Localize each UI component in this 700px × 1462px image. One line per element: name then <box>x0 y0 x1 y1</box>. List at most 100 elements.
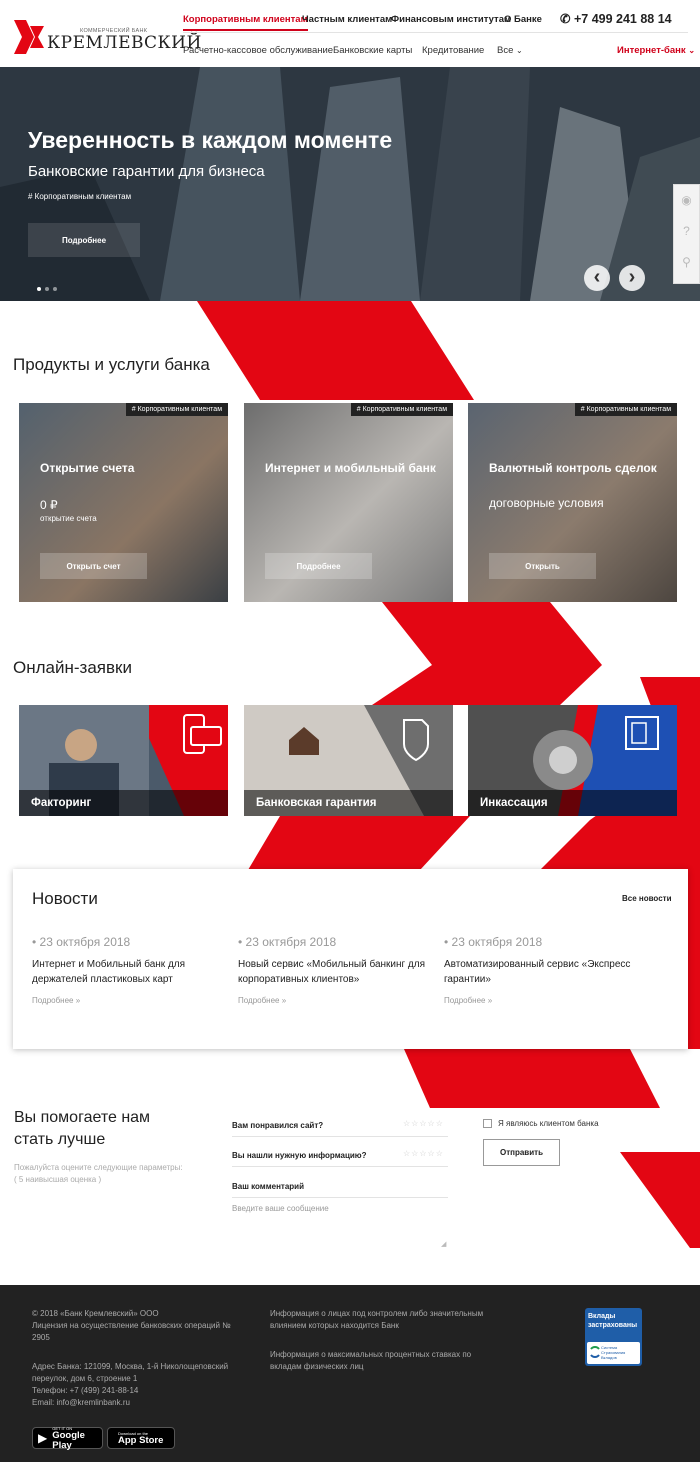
accessibility-icon[interactable]: ◉ <box>674 185 699 216</box>
nav-financial[interactable]: Финансовым институтам <box>391 14 511 25</box>
online-heading: Онлайн-заявки <box>13 658 132 677</box>
footer-phone[interactable]: Телефон: +7 (499) 241-88-14 <box>32 1385 247 1397</box>
bank-logo-icon[interactable] <box>14 20 46 54</box>
comment-textarea[interactable]: Введите ваше сообщение <box>232 1204 329 1213</box>
bullet-icon: • <box>238 935 243 949</box>
resize-handle-icon[interactable]: ◢ <box>441 1240 446 1248</box>
app-store-big: App Store <box>118 1434 164 1446</box>
google-play-big: Google Play <box>52 1429 85 1451</box>
insurance-logo-icon <box>590 1346 600 1358</box>
card-tag[interactable]: # Корпоративным клиентам <box>574 403 677 416</box>
hero-title: Уверенность в каждом моменте <box>28 127 393 153</box>
online-card-label: Банковская гарантия <box>244 790 453 816</box>
subnav-rko[interactable]: Расчетно-кассовое обслуживание <box>183 45 333 56</box>
feedback-note: Пожалуйста оцените следующие параметры: … <box>14 1162 183 1186</box>
badge-logo-area: Система Страхования Вкладов <box>587 1342 640 1364</box>
footer-copyright: © 2018 «Банк Кремлевский» ООО <box>32 1309 159 1318</box>
card-note: открытие счета <box>40 514 97 523</box>
nav-corporate[interactable]: Корпоративным клиентам <box>183 14 308 31</box>
nav-about[interactable]: О Банке <box>504 14 542 25</box>
online-card-factoring[interactable]: Факторинг <box>19 705 228 816</box>
news-date: • 23 октября 2018 <box>32 935 227 949</box>
subnav-all[interactable]: Все ⌄ <box>497 45 523 56</box>
hero-tag[interactable]: # Корпоративным клиентам <box>28 192 131 201</box>
news-section: Новости Все новости • 23 октября 2018 Ин… <box>13 869 688 1049</box>
feedback-heading-line: Вы помогаете нам <box>14 1109 151 1126</box>
slider-next-arrow-icon[interactable]: › <box>619 265 645 291</box>
news-title[interactable]: Интернет и Мобильный банк для держателей… <box>32 957 227 987</box>
side-toolbar: ◉ ? ⚲ <box>673 184 700 284</box>
site-header: КОММЕРЧЕСКИЙ БАНК КРЕМЛЕВСКИЙ Корпоратив… <box>0 0 700 67</box>
hero-subtitle: Банковские гарантии для бизнеса <box>28 163 265 180</box>
news-more-link[interactable]: Подробнее » <box>444 996 639 1005</box>
footer-info-control[interactable]: Информация о лицах под контролем либо зн… <box>270 1308 485 1332</box>
internet-bank-label: Интернет-банк <box>617 45 686 56</box>
app-store-button[interactable]: Download on the App Store <box>107 1427 175 1449</box>
deposit-insurance-badge[interactable]: Вклады застрахованы Система Страхования … <box>585 1308 642 1366</box>
footer-email[interactable]: Email: info@kremlinbank.ru <box>32 1397 247 1409</box>
product-card-account[interactable]: # Корпоративным клиентам Открытие счета … <box>19 403 228 602</box>
badge-subtitle: Система Страхования Вкладов <box>601 1345 626 1360</box>
footer-license: Лицензия на осуществление банковских опе… <box>32 1321 231 1342</box>
mobile-bank-more-button[interactable]: Подробнее <box>265 553 372 579</box>
slider-dot[interactable] <box>53 287 57 291</box>
online-card-guarantee[interactable]: Банковская гарантия <box>244 705 453 816</box>
online-card-label: Факторинг <box>19 790 228 816</box>
card-value: 0 ₽ <box>40 498 58 512</box>
footer-info-rates[interactable]: Информация о максимальных процентных ста… <box>270 1349 485 1373</box>
nav-private[interactable]: Частным клиентам <box>302 14 392 25</box>
logo-name[interactable]: КРЕМЛЕВСКИЙ <box>47 33 202 53</box>
online-card-collection[interactable]: Инкассация <box>468 705 677 816</box>
card-value: договорные условия <box>489 496 604 510</box>
news-heading: Новости <box>32 889 98 908</box>
google-play-button[interactable]: ▶ GET IT ON Google Play <box>32 1426 103 1451</box>
news-date-text: 23 октября 2018 <box>451 935 543 949</box>
internet-bank-link[interactable]: Интернет-банк ⌄ <box>617 45 695 56</box>
chevron-down-icon: ⌄ <box>516 46 523 55</box>
product-card-mobile-bank[interactable]: # Корпоративным клиентам Интернет и моби… <box>244 403 453 602</box>
open-account-button[interactable]: Открыть счет <box>40 553 147 579</box>
slider-dot[interactable] <box>37 287 41 291</box>
footer-contacts: Адрес Банка: 121099, Москва, 1-й Николощ… <box>32 1361 247 1409</box>
send-button[interactable]: Отправить <box>483 1139 560 1166</box>
rating-stars-info[interactable]: ☆☆☆☆☆ <box>403 1149 444 1158</box>
phone-icon: ✆ <box>560 12 571 26</box>
subnav-credit[interactable]: Кредитование <box>422 45 484 56</box>
news-more-link[interactable]: Подробнее » <box>32 996 227 1005</box>
footer-legal: © 2018 «Банк Кремлевский» ООО Лицензия н… <box>32 1308 247 1344</box>
bullet-icon: • <box>32 935 37 949</box>
news-date: • 23 октября 2018 <box>444 935 639 949</box>
news-item[interactable]: • 23 октября 2018 Интернет и Мобильный б… <box>32 935 227 1005</box>
card-title: Валютный контроль сделок <box>489 461 657 475</box>
rating-stars-site[interactable]: ☆☆☆☆☆ <box>403 1119 444 1128</box>
client-checkbox-label[interactable]: Я являюсь клиентом банка <box>498 1119 599 1128</box>
news-item[interactable]: • 23 октября 2018 Новый сервис «Мобильны… <box>238 935 433 1005</box>
phone-text: +7 499 241 88 14 <box>573 12 672 26</box>
help-icon[interactable]: ? <box>674 216 699 247</box>
feedback-heading: Вы помогаете нам стать лучше <box>14 1107 150 1151</box>
subnav-cards[interactable]: Банковские карты <box>333 45 412 56</box>
feedback-note-line: ( 5 наивысшая оценка ) <box>14 1175 102 1184</box>
card-tag[interactable]: # Корпоративным клиентам <box>350 403 453 416</box>
nav-divider <box>183 32 688 33</box>
slider-dot[interactable] <box>45 287 49 291</box>
phone-number[interactable]: ✆ +7 499 241 88 14 <box>560 11 672 26</box>
all-news-link[interactable]: Все новости <box>622 894 672 903</box>
hero-slider: Уверенность в каждом моменте Банковские … <box>0 67 700 301</box>
news-date: • 23 октября 2018 <box>238 935 433 949</box>
product-card-currency-control[interactable]: # Корпоративным клиентам Валютный контро… <box>468 403 677 602</box>
currency-open-button[interactable]: Открыть <box>489 553 596 579</box>
card-tag[interactable]: # Корпоративным клиентам <box>125 403 228 416</box>
location-pin-icon[interactable]: ⚲ <box>674 247 699 278</box>
slider-prev-arrow-icon[interactable]: ‹ <box>584 265 610 291</box>
news-title[interactable]: Новый сервис «Мобильный банкинг для корп… <box>238 957 433 987</box>
feedback-heading-line: стать лучше <box>14 1131 106 1148</box>
hero-more-button[interactable]: Подробнее <box>28 223 140 257</box>
feedback-note-line: Пожалуйста оцените следующие параметры: <box>14 1163 183 1172</box>
news-item[interactable]: • 23 октября 2018 Автоматизированный сер… <box>444 935 639 1005</box>
client-checkbox[interactable] <box>483 1119 492 1128</box>
products-heading: Продукты и услуги банка <box>13 355 210 374</box>
news-title[interactable]: Автоматизированный сервис «Экспресс гара… <box>444 957 639 987</box>
news-more-link[interactable]: Подробнее » <box>238 996 433 1005</box>
online-card-label: Инкассация <box>468 790 677 816</box>
